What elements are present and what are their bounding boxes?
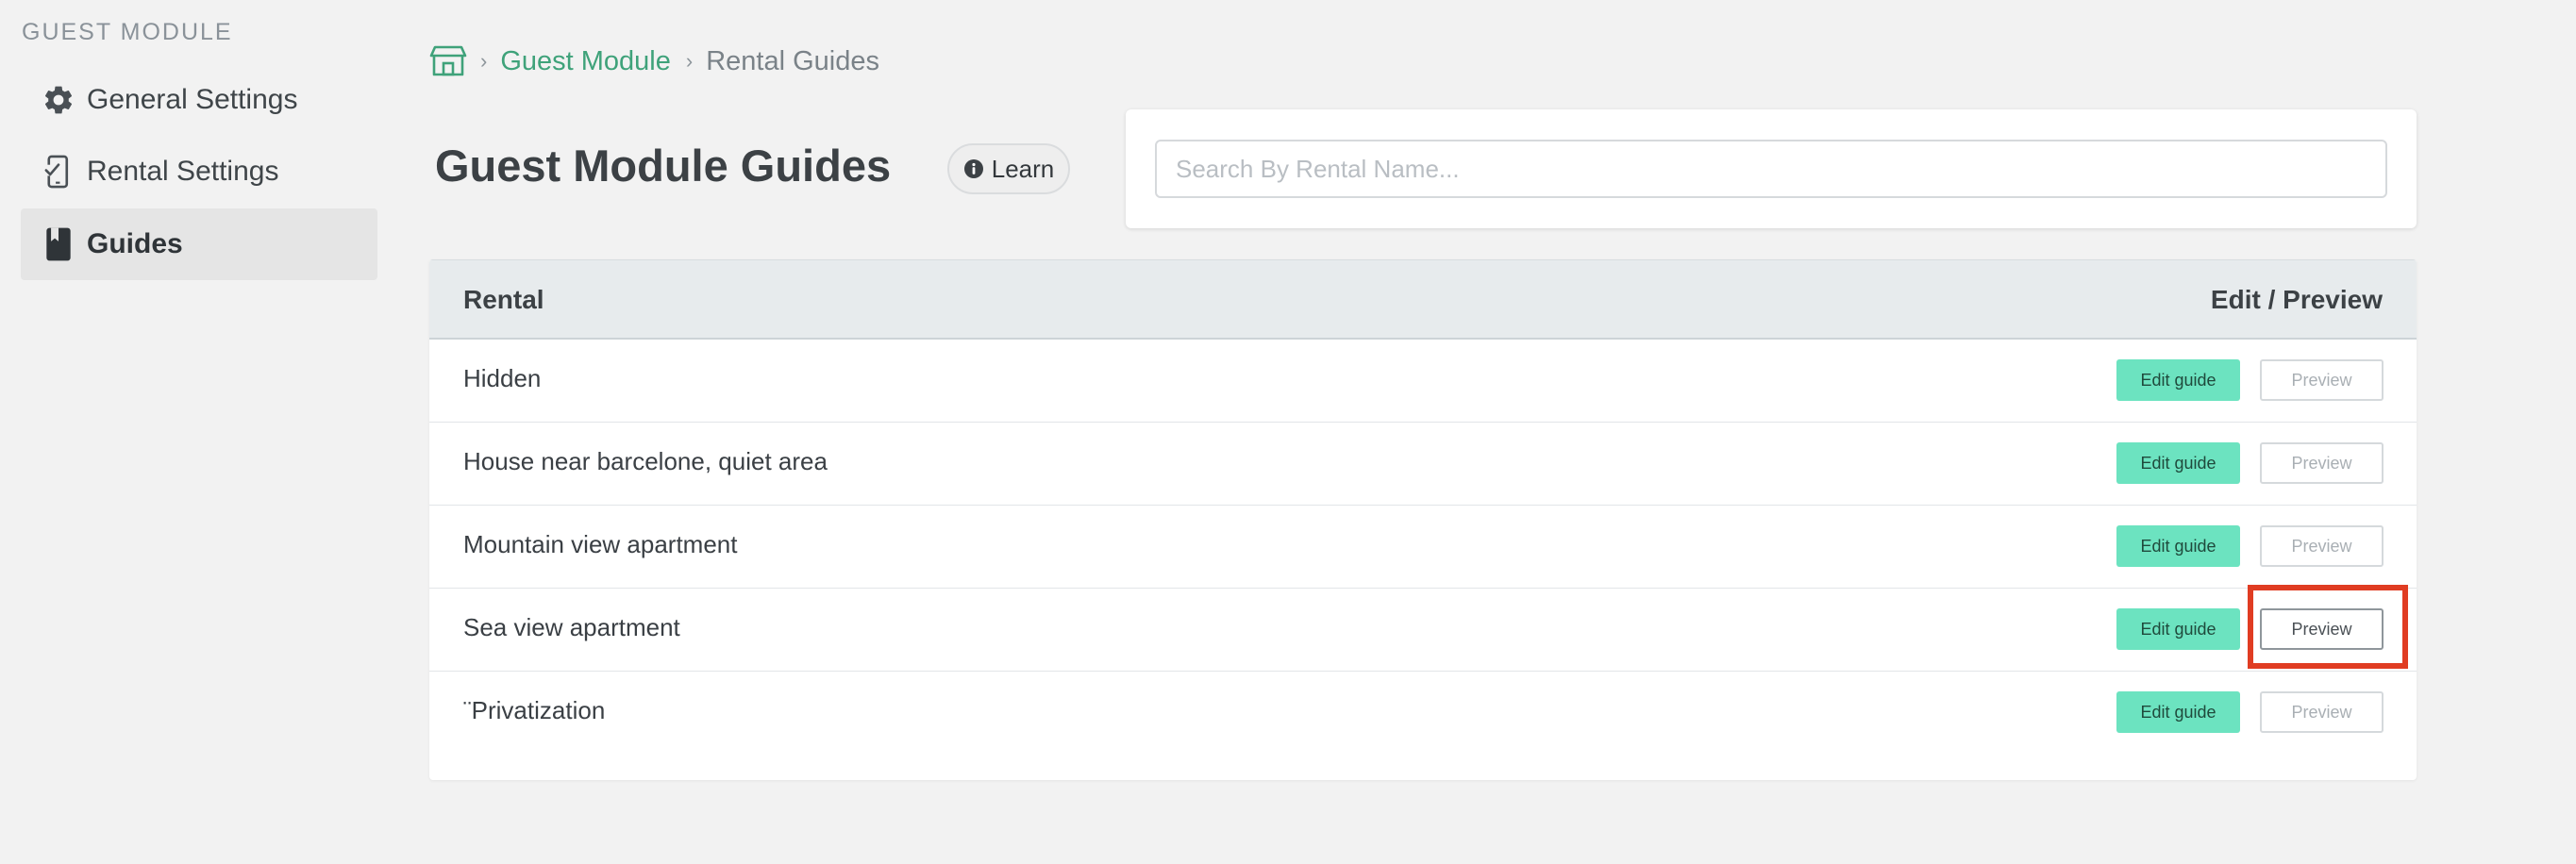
rentals-table: Rental Edit / Preview Hidden Edit guide … [429, 259, 2417, 780]
gear-icon [40, 81, 77, 119]
preview-button[interactable]: Preview [2260, 691, 2384, 733]
column-header-edit-preview: Edit / Preview [2210, 285, 2383, 314]
breadcrumb-separator: › [685, 49, 694, 73]
table-header: Rental Edit / Preview [429, 259, 2417, 340]
table-row: Mountain view apartment Edit guide Previ… [429, 506, 2417, 589]
edit-guide-button[interactable]: Edit guide [2116, 608, 2240, 650]
breadcrumb-separator: › [480, 49, 488, 73]
breadcrumb-guest-module-link[interactable]: Guest Module [500, 46, 671, 77]
book-icon [40, 225, 77, 263]
table-row: ¨Privatization Edit guide Preview [429, 672, 2417, 755]
preview-button[interactable]: Preview [2260, 525, 2384, 567]
info-icon [963, 158, 984, 179]
rental-name: Sea view apartment [463, 613, 680, 641]
table-row: House near barcelone, quiet area Edit gu… [429, 423, 2417, 506]
table-row: Hidden Edit guide Preview [429, 340, 2417, 423]
sidebar-item-label: General Settings [87, 84, 298, 115]
rental-name: Mountain view apartment [463, 530, 738, 558]
search-card [1126, 109, 2417, 228]
store-icon[interactable] [429, 44, 467, 78]
preview-button[interactable]: Preview [2260, 442, 2384, 484]
sidebar-item-label: Guides [87, 228, 183, 259]
edit-guide-button[interactable]: Edit guide [2116, 691, 2240, 733]
learn-button[interactable]: Learn [947, 143, 1070, 194]
rental-name: House near barcelone, quiet area [463, 447, 828, 475]
sidebar-heading: GUEST MODULE [22, 19, 233, 45]
breadcrumb-current: Rental Guides [706, 45, 879, 76]
column-header-rental: Rental [463, 285, 544, 314]
sidebar-item-guides[interactable]: Guides [21, 208, 377, 280]
preview-button[interactable]: Preview [2260, 608, 2384, 650]
rental-name: Hidden [463, 364, 542, 392]
rental-name: ¨Privatization [463, 696, 606, 724]
learn-label: Learn [991, 154, 1055, 183]
preview-button[interactable]: Preview [2260, 359, 2384, 401]
page-title: Guest Module Guides [435, 141, 892, 191]
table-row: Sea view apartment Edit guide Preview [429, 589, 2417, 672]
sidebar-item-general-settings[interactable]: General Settings [21, 64, 377, 136]
edit-guide-button[interactable]: Edit guide [2116, 525, 2240, 567]
breadcrumb: › Guest Module › Rental Guides [429, 38, 879, 85]
phone-check-icon [40, 153, 77, 191]
search-input[interactable] [1155, 140, 2387, 198]
edit-guide-button[interactable]: Edit guide [2116, 359, 2240, 401]
sidebar-item-label: Rental Settings [87, 156, 279, 187]
sidebar-item-rental-settings[interactable]: Rental Settings [21, 136, 377, 208]
edit-guide-button[interactable]: Edit guide [2116, 442, 2240, 484]
